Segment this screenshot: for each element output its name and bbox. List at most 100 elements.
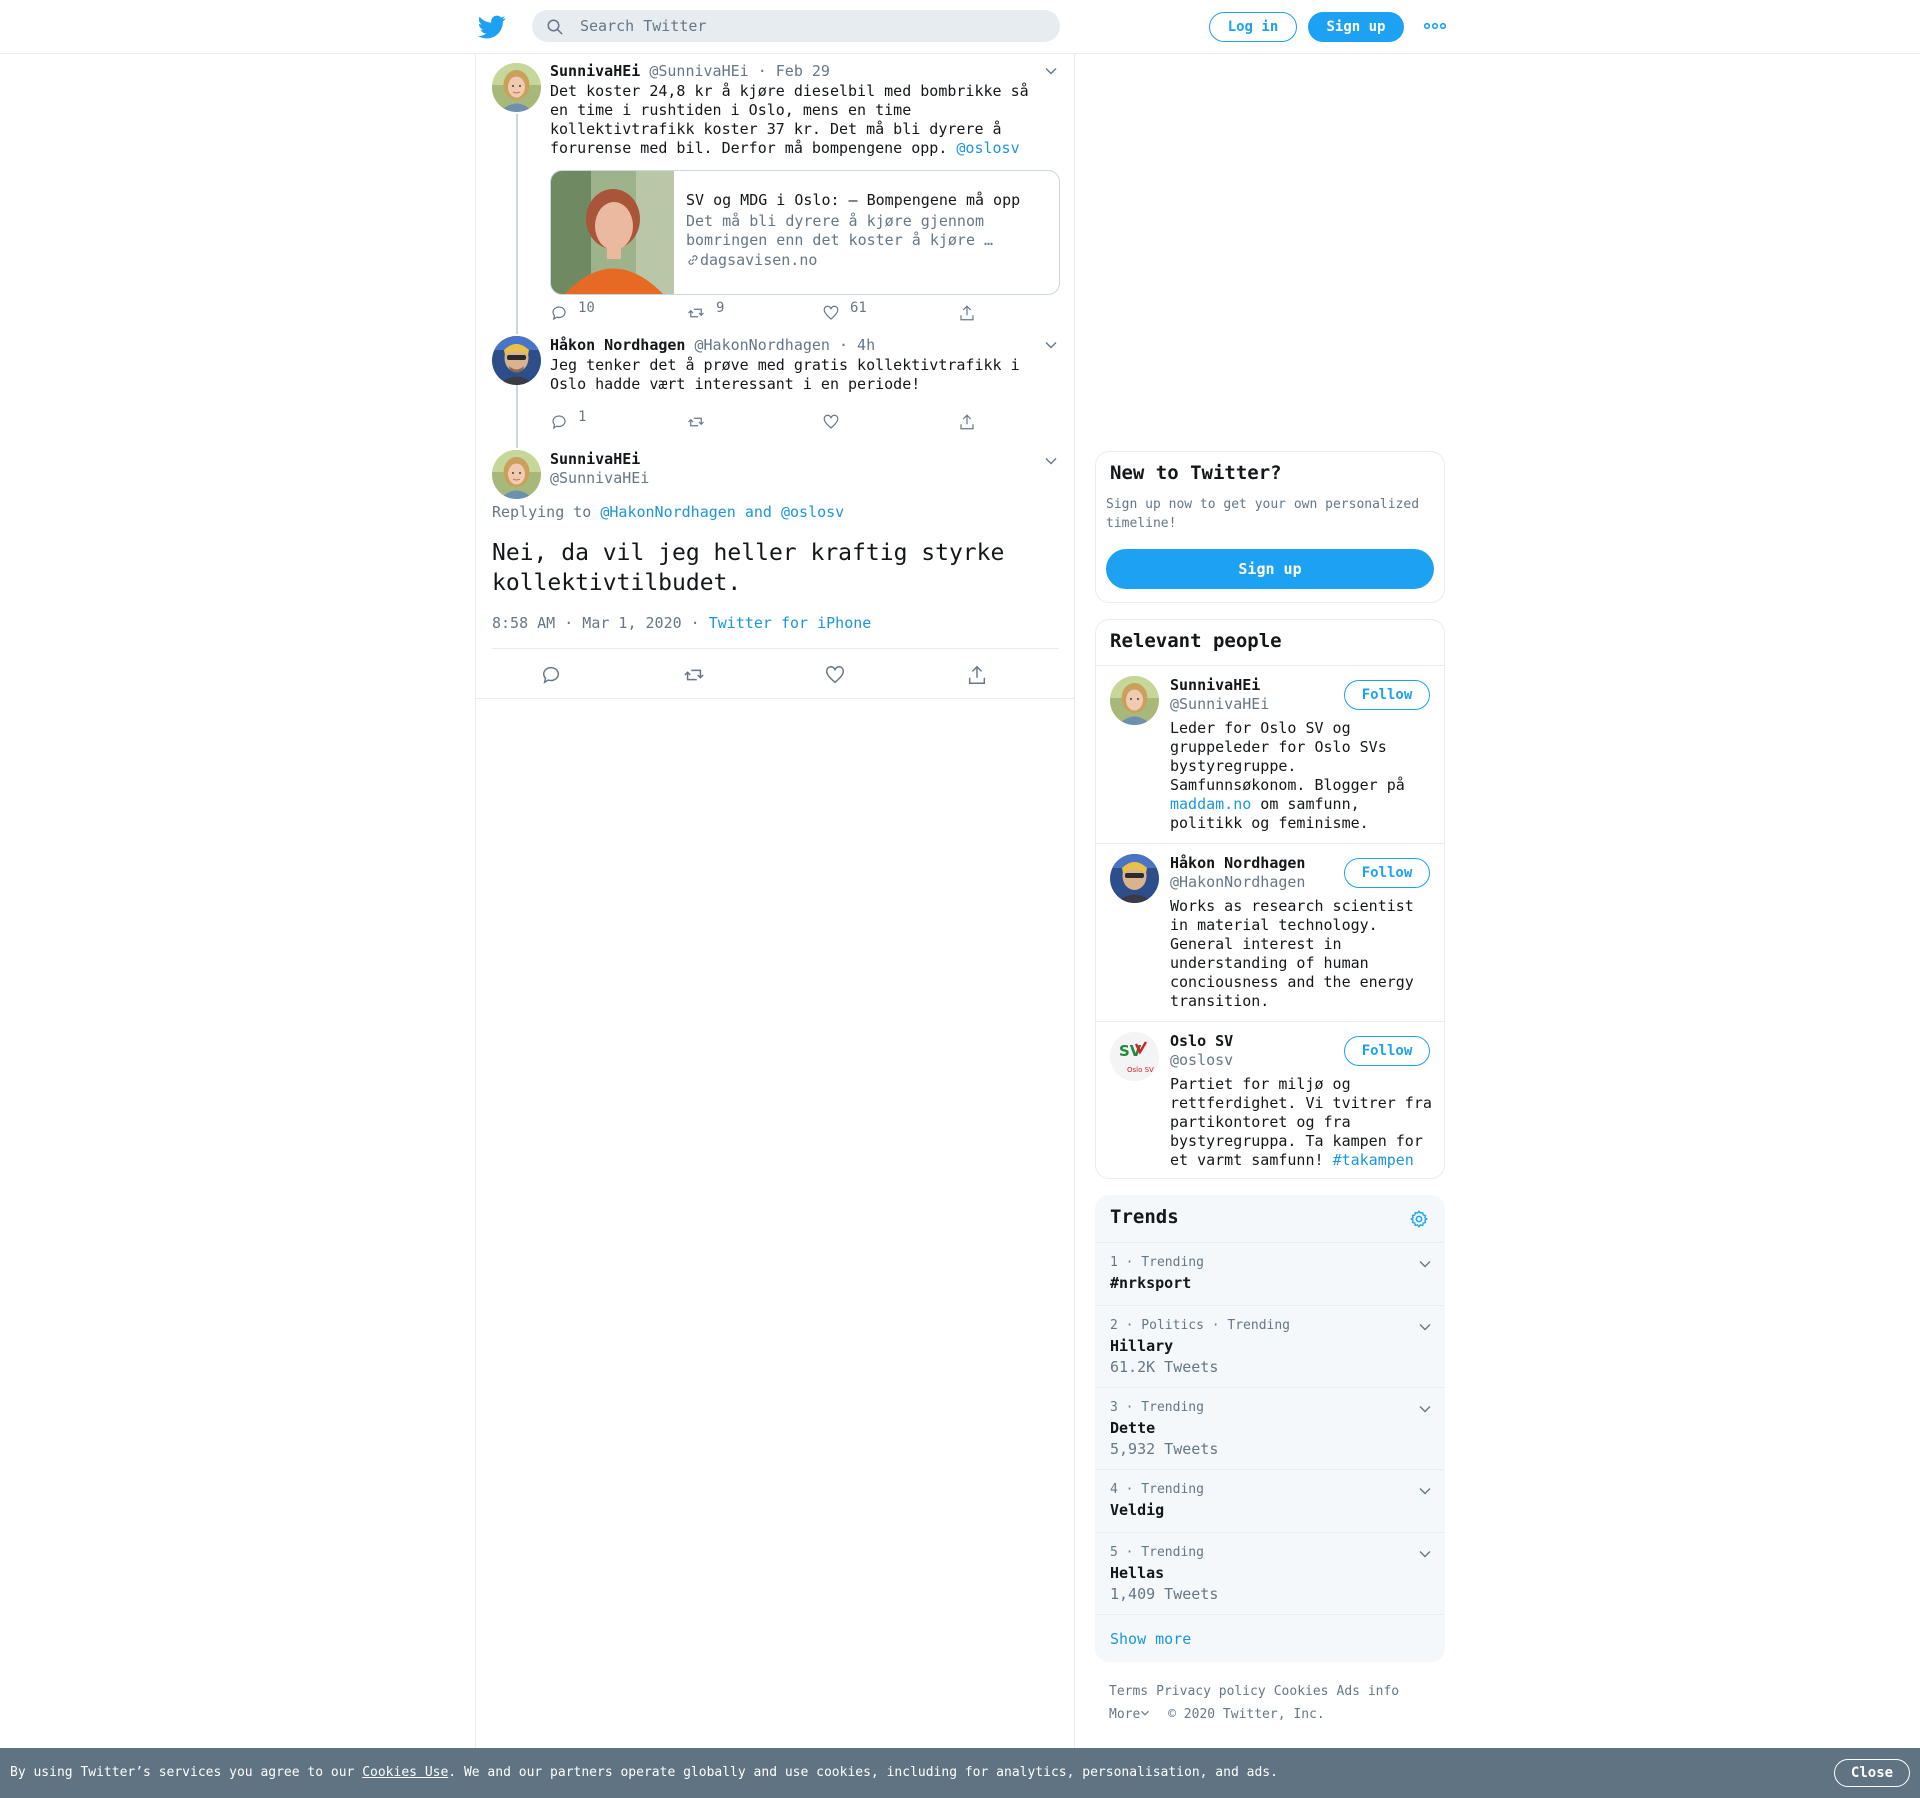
trend-item[interactable]: 1 · Trending #nrksport [1096,1242,1444,1305]
avatar[interactable] [492,450,541,499]
heart-icon [823,305,839,320]
like-button[interactable] [822,413,840,433]
trend-item[interactable]: 5 · Trending Hellas 1,409 Tweets [1096,1532,1444,1614]
tweet-sunniva-1[interactable]: SunnivaHEi @SunnivaHEi · Feb 29 Det kost… [476,54,1076,334]
trend-meta: 4 · Trending [1110,1482,1204,1497]
show-more-row: Show more [1096,1614,1444,1661]
retweet-button[interactable]: 9 [686,300,724,324]
avatar[interactable] [1110,676,1159,725]
share-button[interactable] [958,304,976,324]
tweet-date[interactable]: · Feb 29 [758,62,830,80]
author-name[interactable]: Håkon Nordhagen [550,336,685,354]
like-button[interactable]: 61 [822,300,867,324]
card-title: SV og MDG i Oslo: – Bompengene må opp [686,191,1021,209]
mention-link[interactable]: @oslosv [956,139,1019,157]
person-name[interactable]: Håkon Nordhagen [1170,854,1305,872]
like-button[interactable] [824,664,846,684]
trend-name[interactable]: Hillary [1110,1337,1173,1355]
chevron-down-icon[interactable] [1418,1320,1432,1334]
signup-button[interactable]: Sign up [1308,12,1404,42]
replying-prefix: Replying to [492,503,601,521]
person-name[interactable]: Oslo SV [1170,1032,1233,1050]
author-name[interactable]: SunnivaHEi [550,62,640,80]
new-to-twitter-panel: New to Twitter? Sign up now to get your … [1095,451,1445,603]
trend-meta: 1 · Trending [1110,1255,1204,1270]
show-more-link[interactable]: Show more [1110,1630,1191,1648]
login-button[interactable]: Log in [1209,12,1297,42]
person-handle[interactable]: @SunnivaHEi [1170,695,1269,713]
reply-count: 1 [578,409,587,425]
author-handle[interactable]: @SunnivaHEi [550,469,649,487]
reply-button[interactable]: 10 [550,300,595,324]
trend-name[interactable]: #nrksport [1110,1274,1191,1292]
search-input[interactable] [580,10,1040,42]
more-options-icon[interactable] [1424,18,1446,34]
tweet-hakon[interactable]: Håkon Nordhagen @HakonNordhagen · 4h Jeg… [476,336,1076,448]
chevron-down-icon[interactable] [1418,1484,1432,1498]
chevron-down-icon[interactable] [1044,338,1058,352]
tweet-date[interactable]: · 4h [839,336,875,354]
cookies-use-link[interactable]: Cookies Use [362,1765,448,1780]
retweet-button[interactable] [682,664,706,684]
reply-button[interactable]: 1 [550,409,586,433]
person-name[interactable]: SunnivaHEi [1170,676,1260,694]
trend-name[interactable]: Dette [1110,1419,1155,1437]
twitter-bird-icon[interactable] [478,13,506,41]
retweet-icon [688,417,704,427]
author-handle[interactable]: @SunnivaHEi [649,62,748,80]
hashtag-link[interactable]: #takampen [1333,1151,1414,1169]
reply-button[interactable] [540,664,562,684]
panel-title: New to Twitter? [1110,462,1282,484]
avatar[interactable] [1110,854,1159,903]
author-handle[interactable]: @HakonNordhagen [695,336,830,354]
search-box [532,10,1060,42]
share-button[interactable] [966,664,988,684]
retweet-button[interactable] [686,413,706,433]
person-card[interactable]: SV Oslo SV Oslo SV @oslosv Follow Partie… [1096,1021,1444,1178]
trend-name[interactable]: Hellas [1110,1564,1164,1582]
cookies-link[interactable]: Cookies [1274,1684,1329,1699]
trend-name[interactable]: Veldig [1110,1501,1164,1519]
terms-link[interactable]: Terms [1109,1684,1148,1699]
relevant-people-panel: Relevant people SunnivaHEi @SunnivaHEi F… [1095,619,1445,1179]
chevron-down-icon[interactable] [1418,1547,1432,1561]
author-name[interactable]: SunnivaHEi [550,450,640,468]
link-icon [688,255,698,265]
chevron-down-icon[interactable] [1418,1402,1432,1416]
privacy-link[interactable]: Privacy policy [1156,1684,1266,1699]
divider [492,648,1059,649]
person-bio: Partiet for miljø og rettferdighet. Vi t… [1170,1075,1435,1170]
share-icon [960,414,974,430]
settings-gear-icon[interactable] [1409,1209,1429,1229]
tweet-source[interactable]: Twitter for iPhone [709,614,872,632]
follow-button[interactable]: Follow [1344,680,1430,710]
trend-item[interactable]: 3 · Trending Dette 5,932 Tweets [1096,1387,1444,1469]
trend-count: 61.2K Tweets [1110,1358,1219,1376]
tweet-timestamp[interactable]: 8:58 AM · Mar 1, 2020 · [492,614,700,632]
bio-link[interactable]: maddam.no [1170,795,1251,813]
replying-to-link[interactable]: @HakonNordhagen and @oslosv [600,503,844,521]
avatar[interactable]: SV Oslo SV [1110,1032,1159,1081]
sidebar-signup-button[interactable]: Sign up [1106,549,1434,589]
follow-button[interactable]: Follow [1344,1036,1430,1066]
chevron-down-icon[interactable] [1418,1257,1432,1271]
more-link[interactable]: More [1109,1707,1150,1722]
share-button[interactable] [958,413,976,433]
trend-item[interactable]: 2 · Politics · Trending Hillary 61.2K Tw… [1096,1305,1444,1387]
follow-button[interactable]: Follow [1344,858,1430,888]
avatar[interactable] [492,336,541,385]
ads-info-link[interactable]: Ads info [1337,1684,1400,1699]
person-card[interactable]: SunnivaHEi @SunnivaHEi Follow Leder for … [1096,665,1444,843]
trend-item[interactable]: 4 · Trending Veldig [1096,1469,1444,1532]
tweet-timestamp-line: 8:58 AM · Mar 1, 2020 · Twitter for iPho… [492,614,871,632]
close-button[interactable]: Close [1834,1759,1910,1787]
panel-title: Relevant people [1110,630,1282,652]
person-card[interactable]: Håkon Nordhagen @HakonNordhagen Follow W… [1096,843,1444,1021]
chevron-down-icon[interactable] [1044,64,1058,78]
link-preview-card[interactable]: SV og MDG i Oslo: – Bompengene må opp De… [550,170,1060,295]
top-bar: Log in Sign up [0,0,1920,54]
person-handle[interactable]: @HakonNordhagen [1170,873,1305,891]
chevron-down-icon[interactable] [1044,454,1058,468]
person-handle[interactable]: @oslosv [1170,1051,1233,1069]
avatar[interactable] [492,63,541,112]
